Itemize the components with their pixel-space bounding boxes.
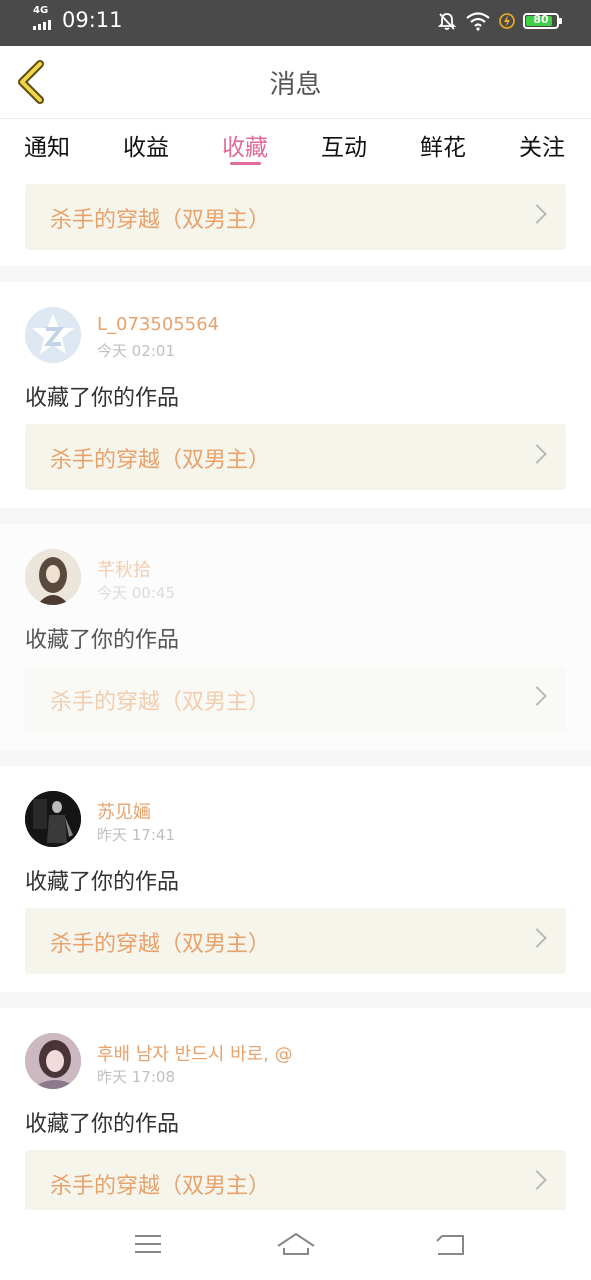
chevron-right-icon xyxy=(527,204,547,224)
timestamp: 今天 00:45 xyxy=(97,584,175,602)
divider xyxy=(0,266,591,282)
list-item: 杀手的穿越（双男主） xyxy=(0,168,591,266)
timestamp: 今天 02:01 xyxy=(97,342,175,360)
work-link[interactable]: 杀手的穿越（双男主） xyxy=(25,908,566,974)
default-avatar-icon xyxy=(25,307,81,363)
system-nav-bar xyxy=(0,1210,591,1280)
list-item: 후배 남자 반드시 바로, @ 昨天 17:08 收藏了你的作品 杀手的穿越（双… xyxy=(0,1008,591,1218)
menu-icon xyxy=(135,1235,161,1253)
timestamp: 昨天 17:08 xyxy=(97,1068,175,1086)
timestamp: 昨天 17:41 xyxy=(97,826,175,844)
username[interactable]: 후배 남자 반드시 바로, @ xyxy=(97,1040,293,1066)
work-link[interactable]: 杀手的穿越（双男主） xyxy=(25,1150,566,1216)
user-photo-icon xyxy=(25,1033,81,1089)
username[interactable]: L_073505564 xyxy=(97,314,219,335)
action-text: 收藏了你的作品 xyxy=(25,628,180,653)
chevron-right-icon xyxy=(527,1170,547,1190)
clock: 09:11 xyxy=(62,8,123,32)
active-tab-indicator xyxy=(230,162,261,165)
status-bar: 4G 09:11 80 xyxy=(0,0,591,46)
list-item: L_073505564 今天 02:01 收藏了你的作品 杀手的穿越（双男主） xyxy=(0,282,591,508)
divider xyxy=(0,508,591,524)
nav-bar: 消息 xyxy=(0,46,591,119)
action-text: 收藏了你的作品 xyxy=(25,1112,180,1137)
tab-notifications[interactable]: 通知 xyxy=(24,128,70,162)
user-photo-icon xyxy=(25,549,81,605)
work-link[interactable]: 杀手的穿越（双男主） xyxy=(25,666,566,732)
page-title: 消息 xyxy=(269,70,322,100)
user-photo-icon xyxy=(25,791,81,847)
home-button[interactable] xyxy=(276,1226,316,1262)
menu-button[interactable] xyxy=(128,1226,168,1262)
mute-bell-icon xyxy=(437,13,457,30)
divider xyxy=(0,750,591,766)
tab-bar: 通知 收益 收藏 互动 鲜花 关注 xyxy=(0,118,591,168)
avatar[interactable] xyxy=(25,307,81,363)
tab-flowers[interactable]: 鲜花 xyxy=(420,128,466,162)
wifi-icon xyxy=(466,12,490,31)
tab-favorites[interactable]: 收藏 xyxy=(222,128,268,162)
avatar[interactable] xyxy=(25,791,81,847)
work-link[interactable]: 杀手的穿越（双男主） xyxy=(25,184,566,250)
list-item: 芊秋拾 今天 00:45 收藏了你的作品 杀手的穿越（双男主） xyxy=(0,524,591,750)
battery-icon: 80 xyxy=(523,13,562,29)
action-text: 收藏了你的作品 xyxy=(25,386,180,411)
avatar[interactable] xyxy=(25,549,81,605)
tab-earnings[interactable]: 收益 xyxy=(123,128,169,162)
home-icon xyxy=(277,1232,315,1255)
username[interactable]: 芊秋拾 xyxy=(97,556,151,582)
list-item: 苏见婳 昨天 17:41 收藏了你的作品 杀手的穿越（双男主） xyxy=(0,766,591,992)
tab-following[interactable]: 关注 xyxy=(519,128,565,162)
username[interactable]: 苏见婳 xyxy=(97,798,151,824)
charging-icon xyxy=(499,13,515,29)
avatar[interactable] xyxy=(25,1033,81,1089)
back-nav-button[interactable] xyxy=(430,1226,470,1262)
chevron-right-icon xyxy=(527,928,547,948)
divider xyxy=(0,992,591,1008)
work-link[interactable]: 杀手的穿越（双男主） xyxy=(25,424,566,490)
signal-icon: 4G xyxy=(33,5,57,32)
action-text: 收藏了你的作品 xyxy=(25,870,180,895)
return-icon xyxy=(436,1235,464,1255)
chevron-right-icon xyxy=(527,686,547,706)
tab-interactions[interactable]: 互动 xyxy=(321,128,367,162)
chevron-right-icon xyxy=(527,444,547,464)
